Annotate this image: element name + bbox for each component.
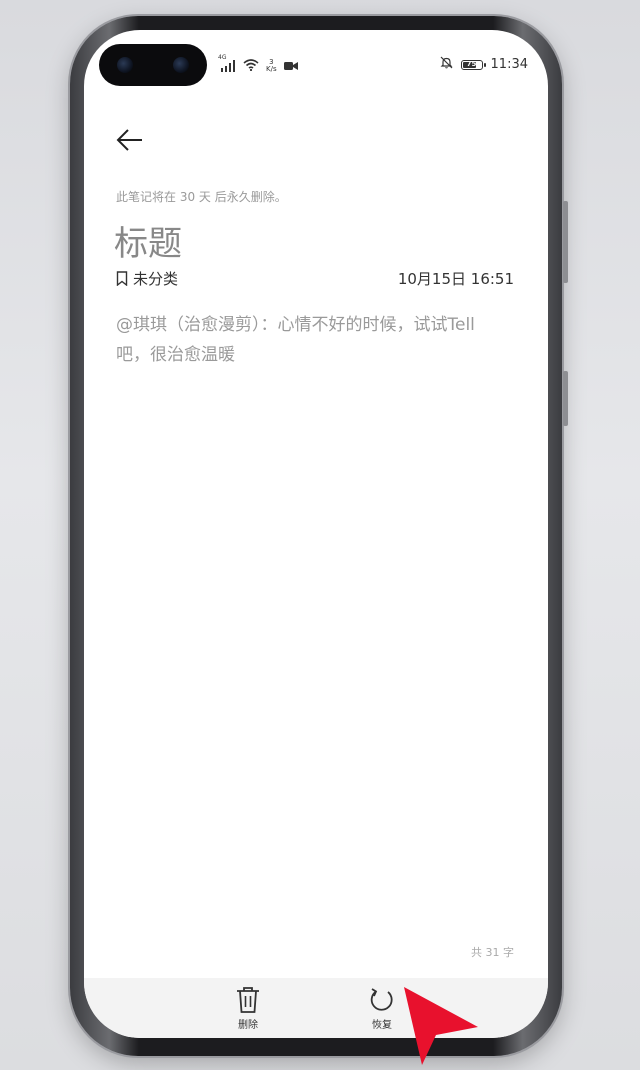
video-camera-icon bbox=[283, 56, 298, 75]
trash-icon bbox=[237, 987, 259, 1013]
word-count: 共 31 字 bbox=[471, 946, 514, 959]
category-selector[interactable]: 未分类 bbox=[116, 268, 178, 289]
note-content[interactable]: @琪琪（治愈漫剪）：心情不好的时候，试试Tell吧，很治愈温暖 bbox=[116, 310, 508, 370]
battery-label: 75 bbox=[466, 59, 477, 68]
arrow-left-icon bbox=[116, 129, 142, 151]
net-speed: 3 K/s bbox=[266, 58, 277, 73]
network-type: 4G bbox=[218, 53, 227, 61]
note-title[interactable]: 标题 bbox=[114, 216, 182, 265]
wifi-icon bbox=[243, 56, 259, 75]
bookmark-icon bbox=[116, 271, 128, 286]
note-meta: 未分类 10月15日 16:51 bbox=[116, 268, 514, 289]
status-bar-right: 75 11:34 bbox=[440, 56, 528, 73]
battery-icon: 75 bbox=[460, 59, 486, 70]
net-speed-unit: K/s bbox=[266, 64, 277, 73]
pointer-arrow-icon bbox=[404, 987, 478, 1065]
phone-frame: 4G 3 K/s 75 11:34 此笔记将在 30 天 后永久删除。 标题 未… bbox=[70, 16, 568, 1056]
screen: 4G 3 K/s 75 11:34 此笔记将在 30 天 后永久删除。 标题 未… bbox=[84, 30, 548, 1038]
back-button[interactable] bbox=[112, 122, 148, 158]
power-button bbox=[563, 371, 568, 426]
signal-icon: 4G bbox=[218, 54, 236, 72]
front-camera-cutout bbox=[99, 44, 207, 86]
delete-button[interactable]: 删除 bbox=[218, 986, 278, 1031]
category-label: 未分类 bbox=[133, 270, 179, 288]
clock: 11:34 bbox=[490, 57, 528, 72]
refresh-icon bbox=[370, 988, 393, 1011]
status-bar-left: 4G 3 K/s bbox=[218, 54, 298, 75]
bell-off-icon bbox=[440, 56, 453, 73]
volume-button bbox=[563, 201, 568, 283]
delete-label: 删除 bbox=[238, 1020, 258, 1031]
camera-lens-icon bbox=[173, 57, 189, 73]
camera-lens-icon bbox=[117, 57, 133, 73]
restore-label: 恢复 bbox=[372, 1020, 392, 1031]
note-timestamp: 10月15日 16:51 bbox=[397, 270, 514, 288]
deletion-notice: 此笔记将在 30 天 后永久删除。 bbox=[116, 190, 287, 204]
